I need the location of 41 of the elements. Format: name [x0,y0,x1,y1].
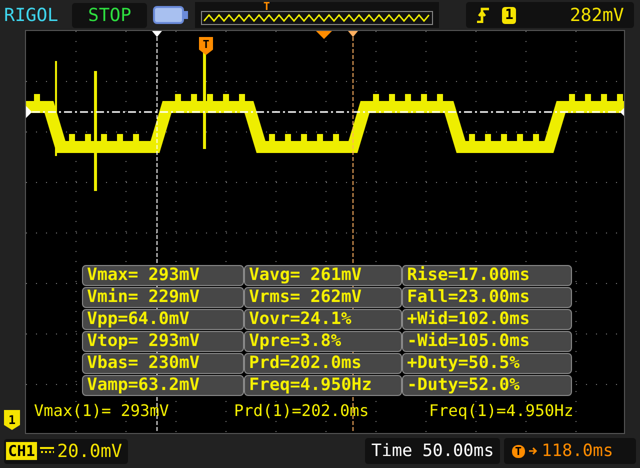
ground-marker-icon [26,106,32,118]
trigger-offset-marker: T [512,444,525,458]
measurement-cell: -Wid=105.0ms [402,331,572,352]
battery-icon [153,6,190,24]
trigger-source: 1 [502,6,516,24]
time-label: Time [371,441,412,461]
measurement-readout: Prd(1)=202.0ms [234,401,370,420]
measurement-cell: Vrms= 262mV [244,287,402,308]
measurement-cell: Rise=17.00ms [402,265,572,286]
measurement-cell: Vpre=3.8% [244,331,402,352]
measurement-cell: Vbas= 230mV [82,353,244,374]
trigger-position-icon [316,31,332,39]
trigger-marker: T [199,37,213,55]
measurement-cell: Vavg= 261mV [244,265,402,286]
brand-logo: RIGOL [4,4,60,26]
measurement-cell: +Wid=102.0ms [402,309,572,330]
measurement-readout: Freq(1)=4.950Hz [429,401,574,420]
measurement-cell: Vovr=24.1% [244,309,402,330]
measurement-cell: Fall=23.00ms [402,287,572,308]
run-state[interactable]: STOP [72,2,148,28]
measurement-cell: Vamp=63.2mV [82,375,244,396]
trigger-offset: 118.0ms [542,441,614,461]
measurement-readout: Vmax(1)= 293mV [34,401,170,420]
rising-edge-icon [476,7,490,23]
measurement-cell: -Duty=52.0% [402,375,572,396]
measurement-cell: Prd=202.0ms [244,353,402,374]
arrow-icon [528,446,538,456]
measurement-cell: +Duty=50.5% [402,353,572,374]
dc-coupling-icon [40,446,54,456]
measurement-cell: Vmax= 293mV [82,265,244,286]
trigger-marker: T [263,0,270,13]
vertical-scale: 20.0mV [57,440,122,462]
channel-marker: 1 [4,410,20,430]
time-scale: 50.00ms [422,441,494,461]
channel-label[interactable]: CH1 [6,442,38,460]
measurement-cell: Vmin= 229mV [82,287,244,308]
trigger-level: 282mV [570,4,624,26]
measurement-cell: Vtop= 293mV [82,331,244,352]
ground-marker-icon [620,106,624,118]
measurement-cell: Freq=4.950Hz [244,375,402,396]
measurement-cell: Vpp=64.0mV [82,309,244,330]
